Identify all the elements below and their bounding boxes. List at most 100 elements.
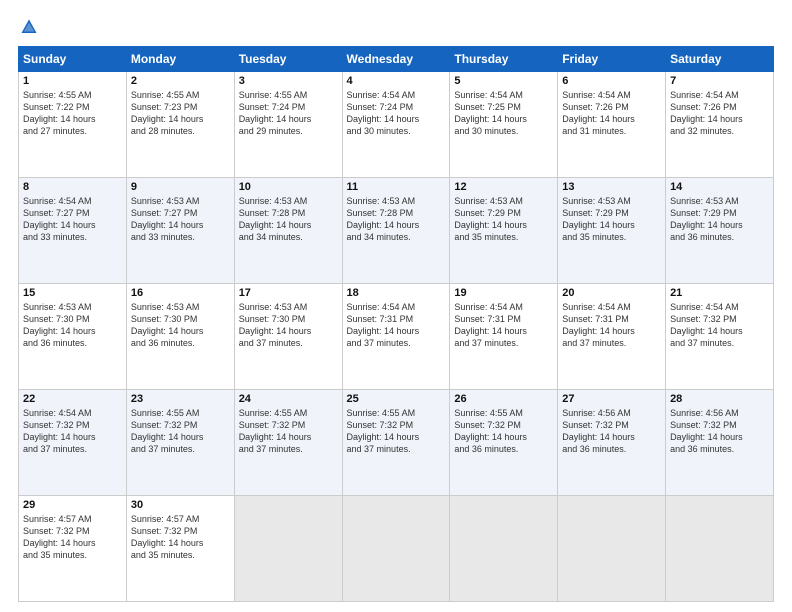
day-info: Sunrise: 4:55 AM Sunset: 7:24 PM Dayligh… — [239, 89, 338, 138]
calendar-header-wednesday: Wednesday — [342, 47, 450, 72]
day-info: Sunrise: 4:54 AM Sunset: 7:31 PM Dayligh… — [454, 301, 553, 350]
day-info: Sunrise: 4:54 AM Sunset: 7:25 PM Dayligh… — [454, 89, 553, 138]
day-number: 6 — [562, 75, 661, 87]
day-number: 28 — [670, 393, 769, 405]
day-number: 10 — [239, 181, 338, 193]
calendar-cell: 20 Sunrise: 4:54 AM Sunset: 7:31 PM Dayli… — [558, 284, 666, 390]
logo-icon — [20, 18, 38, 36]
calendar-cell: 13 Sunrise: 4:53 AM Sunset: 7:29 PM Dayli… — [558, 178, 666, 284]
calendar-cell — [234, 496, 342, 602]
day-number: 24 — [239, 393, 338, 405]
day-number: 9 — [131, 181, 230, 193]
day-info: Sunrise: 4:53 AM Sunset: 7:29 PM Dayligh… — [562, 195, 661, 244]
header — [18, 18, 774, 36]
day-number: 12 — [454, 181, 553, 193]
day-number: 21 — [670, 287, 769, 299]
day-number: 14 — [670, 181, 769, 193]
day-number: 22 — [23, 393, 122, 405]
calendar-cell: 30 Sunrise: 4:57 AM Sunset: 7:32 PM Dayli… — [126, 496, 234, 602]
calendar-cell: 2Sunrise: 4:55 AM Sunset: 7:23 PM Daylig… — [126, 72, 234, 178]
day-info: Sunrise: 4:54 AM Sunset: 7:32 PM Dayligh… — [23, 407, 122, 456]
calendar-week-1: 8 Sunrise: 4:54 AM Sunset: 7:27 PM Daylig… — [19, 178, 774, 284]
day-info: Sunrise: 4:53 AM Sunset: 7:30 PM Dayligh… — [23, 301, 122, 350]
day-info: Sunrise: 4:53 AM Sunset: 7:30 PM Dayligh… — [131, 301, 230, 350]
calendar-cell: 19 Sunrise: 4:54 AM Sunset: 7:31 PM Dayli… — [450, 284, 558, 390]
day-info: Sunrise: 4:55 AM Sunset: 7:32 PM Dayligh… — [131, 407, 230, 456]
day-info: Sunrise: 4:56 AM Sunset: 7:32 PM Dayligh… — [562, 407, 661, 456]
calendar-cell: 10 Sunrise: 4:53 AM Sunset: 7:28 PM Dayli… — [234, 178, 342, 284]
calendar-header-row: SundayMondayTuesdayWednesdayThursdayFrid… — [19, 47, 774, 72]
day-info: Sunrise: 4:55 AM Sunset: 7:23 PM Dayligh… — [131, 89, 230, 138]
day-info: Sunrise: 4:54 AM Sunset: 7:26 PM Dayligh… — [562, 89, 661, 138]
calendar-cell: 21 Sunrise: 4:54 AM Sunset: 7:32 PM Dayli… — [666, 284, 774, 390]
day-info: Sunrise: 4:53 AM Sunset: 7:29 PM Dayligh… — [454, 195, 553, 244]
day-info: Sunrise: 4:55 AM Sunset: 7:32 PM Dayligh… — [454, 407, 553, 456]
day-number: 29 — [23, 499, 122, 511]
page: SundayMondayTuesdayWednesdayThursdayFrid… — [0, 0, 792, 612]
calendar-cell: 16 Sunrise: 4:53 AM Sunset: 7:30 PM Dayli… — [126, 284, 234, 390]
day-info: Sunrise: 4:54 AM Sunset: 7:26 PM Dayligh… — [670, 89, 769, 138]
day-info: Sunrise: 4:57 AM Sunset: 7:32 PM Dayligh… — [131, 513, 230, 562]
day-number: 11 — [347, 181, 446, 193]
calendar-header-tuesday: Tuesday — [234, 47, 342, 72]
calendar-cell: 18 Sunrise: 4:54 AM Sunset: 7:31 PM Dayli… — [342, 284, 450, 390]
calendar-cell: 15 Sunrise: 4:53 AM Sunset: 7:30 PM Dayli… — [19, 284, 127, 390]
day-number: 27 — [562, 393, 661, 405]
calendar-cell: 8 Sunrise: 4:54 AM Sunset: 7:27 PM Daylig… — [19, 178, 127, 284]
day-info: Sunrise: 4:54 AM Sunset: 7:24 PM Dayligh… — [347, 89, 446, 138]
day-number: 30 — [131, 499, 230, 511]
day-number: 15 — [23, 287, 122, 299]
calendar-week-4: 29 Sunrise: 4:57 AM Sunset: 7:32 PM Dayli… — [19, 496, 774, 602]
day-info: Sunrise: 4:55 AM Sunset: 7:22 PM Dayligh… — [23, 89, 122, 138]
calendar-cell: 25 Sunrise: 4:55 AM Sunset: 7:32 PM Dayli… — [342, 390, 450, 496]
calendar-cell: 4 Sunrise: 4:54 AM Sunset: 7:24 PM Daylig… — [342, 72, 450, 178]
calendar-table: SundayMondayTuesdayWednesdayThursdayFrid… — [18, 46, 774, 602]
calendar-week-3: 22 Sunrise: 4:54 AM Sunset: 7:32 PM Dayli… — [19, 390, 774, 496]
day-number: 19 — [454, 287, 553, 299]
calendar-cell: 9 Sunrise: 4:53 AM Sunset: 7:27 PM Daylig… — [126, 178, 234, 284]
day-number: 4 — [347, 75, 446, 87]
calendar-cell: 6 Sunrise: 4:54 AM Sunset: 7:26 PM Daylig… — [558, 72, 666, 178]
calendar-cell: 1 Sunrise: 4:55 AM Sunset: 7:22 PM Daylig… — [19, 72, 127, 178]
calendar-cell: 14Sunrise: 4:53 AM Sunset: 7:29 PM Dayli… — [666, 178, 774, 284]
calendar-header-monday: Monday — [126, 47, 234, 72]
day-info: Sunrise: 4:53 AM Sunset: 7:28 PM Dayligh… — [239, 195, 338, 244]
day-info: Sunrise: 4:54 AM Sunset: 7:31 PM Dayligh… — [562, 301, 661, 350]
day-number: 5 — [454, 75, 553, 87]
day-number: 17 — [239, 287, 338, 299]
day-number: 20 — [562, 287, 661, 299]
day-info: Sunrise: 4:55 AM Sunset: 7:32 PM Dayligh… — [239, 407, 338, 456]
calendar-cell — [342, 496, 450, 602]
day-number: 25 — [347, 393, 446, 405]
calendar-week-2: 15 Sunrise: 4:53 AM Sunset: 7:30 PM Dayli… — [19, 284, 774, 390]
calendar-cell: 26Sunrise: 4:55 AM Sunset: 7:32 PM Dayli… — [450, 390, 558, 496]
day-info: Sunrise: 4:55 AM Sunset: 7:32 PM Dayligh… — [347, 407, 446, 456]
day-number: 8 — [23, 181, 122, 193]
day-info: Sunrise: 4:56 AM Sunset: 7:32 PM Dayligh… — [670, 407, 769, 456]
calendar-cell — [558, 496, 666, 602]
logo — [18, 18, 42, 36]
calendar-cell — [666, 496, 774, 602]
calendar-cell — [450, 496, 558, 602]
calendar-cell: 29Sunrise: 4:57 AM Sunset: 7:32 PM Dayli… — [19, 496, 127, 602]
day-number: 1 — [23, 75, 122, 87]
calendar-cell: 3Sunrise: 4:55 AM Sunset: 7:24 PM Daylig… — [234, 72, 342, 178]
day-info: Sunrise: 4:54 AM Sunset: 7:32 PM Dayligh… — [670, 301, 769, 350]
calendar-header-thursday: Thursday — [450, 47, 558, 72]
day-info: Sunrise: 4:53 AM Sunset: 7:27 PM Dayligh… — [131, 195, 230, 244]
calendar-cell: 28 Sunrise: 4:56 AM Sunset: 7:32 PM Dayli… — [666, 390, 774, 496]
calendar-cell: 17Sunrise: 4:53 AM Sunset: 7:30 PM Dayli… — [234, 284, 342, 390]
day-number: 16 — [131, 287, 230, 299]
day-info: Sunrise: 4:54 AM Sunset: 7:27 PM Dayligh… — [23, 195, 122, 244]
calendar-cell: 23 Sunrise: 4:55 AM Sunset: 7:32 PM Dayli… — [126, 390, 234, 496]
day-number: 23 — [131, 393, 230, 405]
day-number: 13 — [562, 181, 661, 193]
calendar-cell: 5 Sunrise: 4:54 AM Sunset: 7:25 PM Daylig… — [450, 72, 558, 178]
calendar-cell: 22 Sunrise: 4:54 AM Sunset: 7:32 PM Dayli… — [19, 390, 127, 496]
calendar-cell: 24 Sunrise: 4:55 AM Sunset: 7:32 PM Dayli… — [234, 390, 342, 496]
logo-text — [18, 18, 42, 36]
calendar-header-friday: Friday — [558, 47, 666, 72]
day-info: Sunrise: 4:54 AM Sunset: 7:31 PM Dayligh… — [347, 301, 446, 350]
day-number: 18 — [347, 287, 446, 299]
day-number: 7 — [670, 75, 769, 87]
